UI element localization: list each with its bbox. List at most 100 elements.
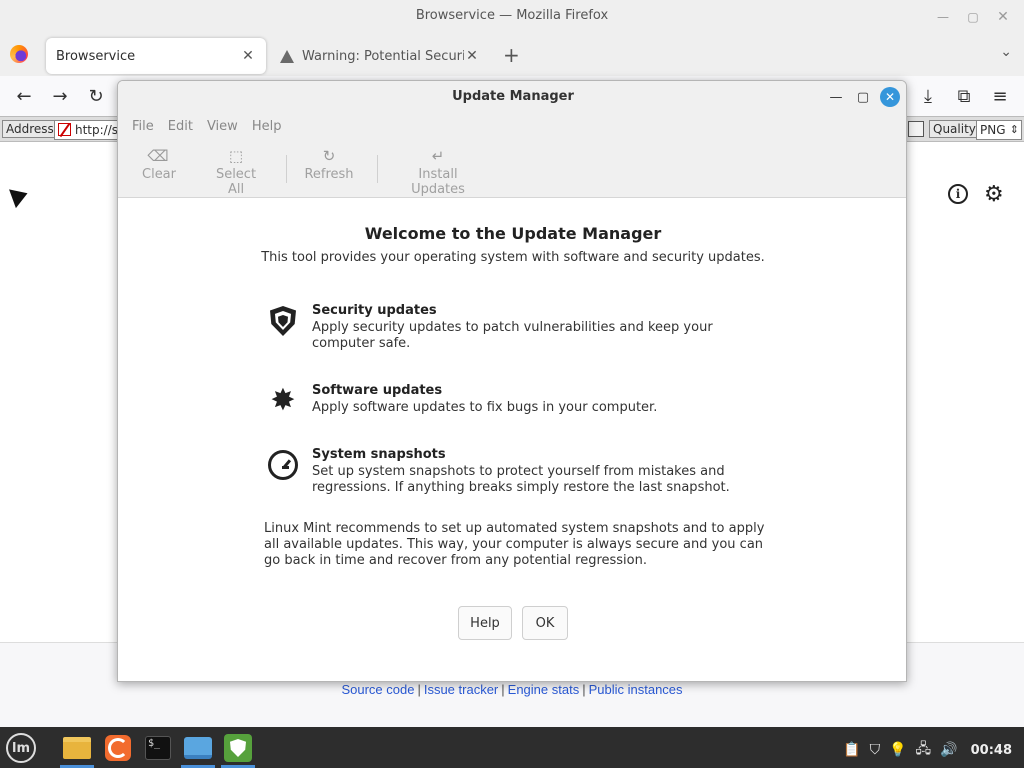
help-button[interactable]: Help <box>458 606 512 640</box>
dialog-toolbar: ⌫ Clear ⬚ Select All ↻ Refresh ↵ Install… <box>118 147 906 197</box>
taskbar-file-manager[interactable] <box>179 731 217 768</box>
install-updates-label: Install Updates <box>411 167 465 197</box>
feature-description: Apply security updates to patch vulnerab… <box>312 320 713 351</box>
menu-help[interactable]: Help <box>245 119 289 134</box>
install-updates-button[interactable]: ↵ Install Updates <box>392 147 484 197</box>
maximize-button[interactable]: ▢ <box>962 6 984 28</box>
taskbar-files-launcher[interactable] <box>58 731 96 768</box>
update-manager-icon <box>224 734 252 762</box>
welcome-page: Welcome to the Update Manager This tool … <box>118 198 906 681</box>
close-button[interactable]: ✕ <box>992 6 1014 28</box>
recommendation-text: Linux Mint recommends to set up automate… <box>264 521 765 568</box>
firefox-window-controls: — ▢ ✕ <box>932 6 1014 28</box>
back-arrow-icon[interactable]: ← <box>12 84 36 108</box>
clock[interactable]: 00:48 <box>971 743 1012 758</box>
chevron-down-icon[interactable]: ⌄ <box>1000 44 1012 60</box>
taskbar: lm $_ 📋 ⛉ 💡 🖧 🔊 00:48 <box>0 727 1024 768</box>
firefox-titlebar: Browservice — Mozilla Firefox — ▢ ✕ <box>0 0 1024 34</box>
clear-button[interactable]: ⌫ Clear <box>142 147 176 182</box>
info-icon[interactable]: i <box>948 184 968 204</box>
footer-link-engine-stats[interactable]: Engine stats <box>508 682 580 697</box>
window-title: Browservice — Mozilla Firefox <box>415 8 609 23</box>
start-menu-button[interactable]: lm <box>2 731 40 765</box>
system-tray: 📋 ⛉ 💡 🖧 🔊 00:48 <box>843 738 1012 762</box>
refresh-button[interactable]: ↻ Refresh <box>304 147 354 182</box>
welcome-title: Welcome to the Update Manager <box>364 224 662 243</box>
select-all-button[interactable]: ⬚ Select All <box>208 147 264 197</box>
feature-title: Software updates <box>312 383 443 398</box>
tab-label: Browservice <box>56 48 136 64</box>
file-manager-icon <box>184 737 212 759</box>
feature-description: Apply software updates to fix bugs in yo… <box>312 400 658 415</box>
tab-label: Warning: Potential Security <box>302 48 464 64</box>
clock-icon <box>265 447 301 483</box>
forward-arrow-icon[interactable]: → <box>48 84 72 108</box>
taskbar-terminal[interactable]: $_ <box>139 731 177 765</box>
toolbar-separator <box>286 155 287 183</box>
dialog-title: Update Manager <box>452 89 574 104</box>
backspace-icon: ⌫ <box>147 147 169 165</box>
dialog-header: Update Manager — ▢ ✕ File Edit View Help… <box>118 81 906 198</box>
terminal-icon: $_ <box>145 736 171 760</box>
reload-icon[interactable]: ↻ <box>84 84 108 108</box>
ok-button[interactable]: OK <box>522 606 568 640</box>
update-manager-window: Update Manager — ▢ ✕ File Edit View Help… <box>117 80 907 682</box>
toolbar-separator <box>377 155 378 183</box>
screenshot-icon[interactable] <box>908 121 924 137</box>
tab-close-icon[interactable]: ✕ <box>240 48 256 64</box>
footer-separator: | <box>417 682 421 697</box>
footer-separator: | <box>501 682 505 697</box>
footer-link-public-instances[interactable]: Public instances <box>589 682 683 697</box>
minimize-button[interactable]: — <box>826 87 846 107</box>
download-icon[interactable]: ⤓ <box>916 84 940 108</box>
feature-title: Security updates <box>312 303 437 318</box>
footer-link-source-code[interactable]: Source code <box>341 682 414 697</box>
close-button[interactable]: ✕ <box>880 87 900 107</box>
select-all-icon: ⬚ <box>228 147 244 165</box>
address-field[interactable]: http://s <box>54 120 118 140</box>
firefox-icon <box>105 735 131 761</box>
refresh-icon: ↻ <box>322 147 336 165</box>
new-tab-button[interactable]: + <box>503 43 520 67</box>
menu-file[interactable]: File <box>125 119 161 134</box>
return-arrow-icon: ↵ <box>431 147 445 165</box>
footer-separator: | <box>582 682 586 697</box>
menu-view[interactable]: View <box>200 119 245 134</box>
tab-security-warning[interactable]: Warning: Potential Security ✕ <box>270 38 490 74</box>
extensions-icon[interactable]: ⧉ <box>952 84 976 108</box>
network-icon[interactable]: 🖧 <box>916 738 932 762</box>
quality-select[interactable]: PNG <box>976 120 1022 140</box>
tab-bar: Browservice ✕ Warning: Potential Securit… <box>0 34 1024 76</box>
redshift-bulb-icon[interactable]: 💡 <box>889 742 906 758</box>
refresh-label: Refresh <box>304 167 354 182</box>
feature-title: System snapshots <box>312 447 446 462</box>
menu-edit[interactable]: Edit <box>161 119 200 134</box>
welcome-subtitle: This tool provides your operating system… <box>261 250 765 265</box>
minimize-button[interactable]: — <box>932 6 954 28</box>
quality-label: Quality <box>929 120 980 138</box>
maximize-button[interactable]: ▢ <box>853 87 873 107</box>
firefox-menu-icon[interactable] <box>10 45 28 63</box>
taskbar-firefox[interactable] <box>99 731 137 765</box>
starburst-arrow-icon: ✸ <box>270 383 296 418</box>
clipboard-icon[interactable]: 📋 <box>843 742 860 758</box>
tab-close-icon[interactable]: ✕ <box>464 48 480 64</box>
feature-description: Set up system snapshots to protect yours… <box>312 464 730 495</box>
menu-bar: File Edit View Help <box>125 119 288 134</box>
address-label: Address <box>2 120 58 138</box>
mint-logo-icon: lm <box>6 733 36 763</box>
update-shield-icon[interactable]: ⛉ <box>870 742 881 758</box>
folder-icon <box>63 737 91 759</box>
hamburger-menu-icon[interactable]: ≡ <box>988 84 1012 108</box>
insecure-icon <box>58 123 71 136</box>
tab-browservice[interactable]: Browservice ✕ <box>46 38 266 74</box>
taskbar-update-manager[interactable] <box>219 731 257 768</box>
shield-icon <box>265 303 301 339</box>
warning-icon <box>280 49 294 63</box>
volume-icon[interactable]: 🔊 <box>940 742 957 758</box>
footer-link-issue-tracker[interactable]: Issue tracker <box>424 682 498 697</box>
clear-label: Clear <box>142 167 176 182</box>
gear-icon[interactable]: ⚙ <box>984 182 1004 207</box>
footer-links: Source code | Issue tracker | Engine stats | P… <box>0 682 1024 697</box>
address-value: http://s <box>75 123 119 137</box>
